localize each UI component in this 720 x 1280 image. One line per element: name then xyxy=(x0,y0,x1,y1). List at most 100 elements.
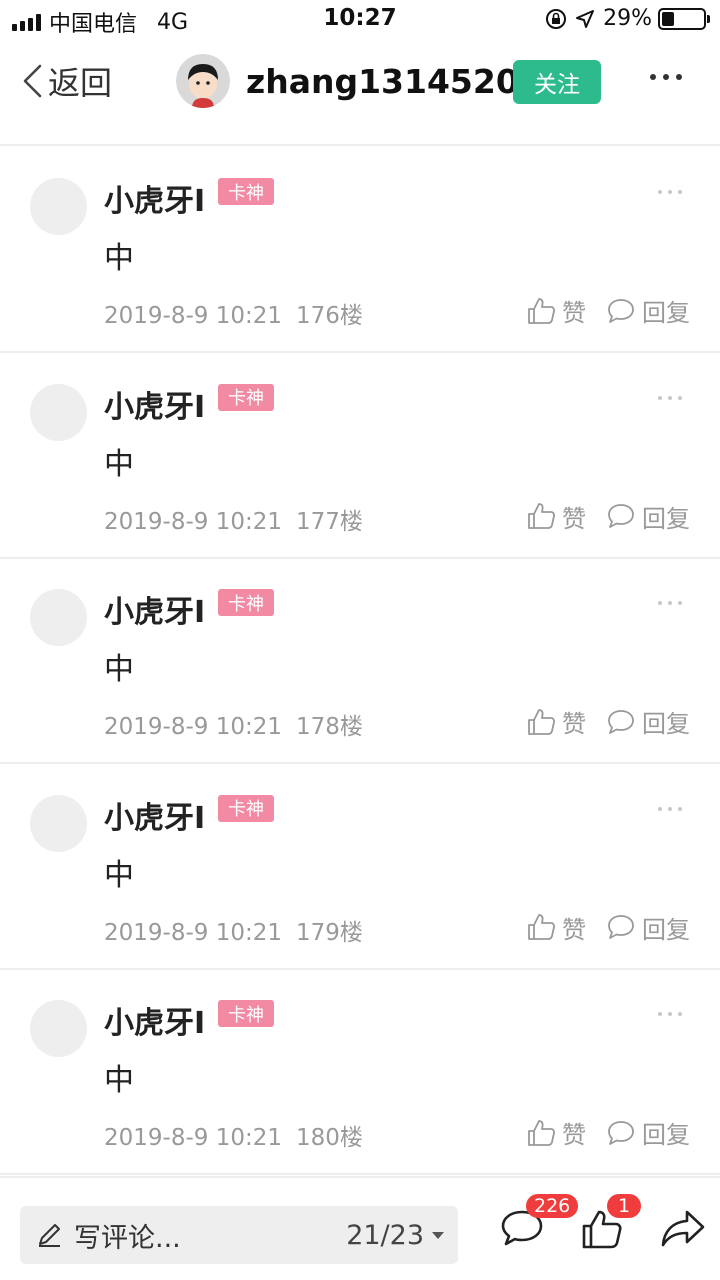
like-button[interactable]: 赞 xyxy=(526,910,586,945)
like-label: 赞 xyxy=(562,1121,586,1149)
comment-item[interactable]: 小虎牙I 卡神中 2019-8-9 10:21 178楼 赞 回复 xyxy=(0,559,720,764)
battery-percent: 29% xyxy=(603,6,652,31)
comment-item[interactable]: 小虎牙I 卡神中 2019-8-9 10:21 179楼 赞 回复 xyxy=(0,765,720,970)
back-chevron-icon xyxy=(23,64,42,98)
thumb-up-icon xyxy=(528,708,555,735)
avatar[interactable] xyxy=(30,794,87,852)
floor-number: 177楼 xyxy=(296,508,363,535)
comment-actions: 赞 回复 xyxy=(526,704,690,739)
comment-text: 中 xyxy=(104,652,134,687)
reply-label: 回复 xyxy=(642,299,690,327)
thumb-up-icon xyxy=(528,297,555,324)
comment-count-badge: 226 xyxy=(526,1194,579,1218)
like-button[interactable]: 赞 xyxy=(526,499,586,534)
comment-date: 2019-8-9 10:21 xyxy=(104,508,282,535)
like-button[interactable]: 赞 xyxy=(526,293,586,328)
comment-author[interactable]: 小虎牙I xyxy=(104,176,205,220)
reply-button[interactable]: 回复 xyxy=(606,293,690,328)
like-label: 赞 xyxy=(562,915,586,944)
comment-text: 中 xyxy=(104,241,134,276)
floor-number: 179楼 xyxy=(296,919,363,946)
avatar[interactable] xyxy=(30,589,87,646)
author-name[interactable]: zhang1314520 xyxy=(246,62,519,101)
status-right: 29% xyxy=(545,6,710,31)
like-label: 赞 xyxy=(562,299,586,327)
write-comment-input[interactable]: 写评论... 21/23 xyxy=(20,1206,458,1264)
status-badge: 卡神 xyxy=(218,794,274,822)
comment-actions: 赞 回复 xyxy=(526,910,690,945)
location-icon xyxy=(576,9,595,28)
floor-number: 178楼 xyxy=(296,714,363,740)
comment-text: 中 xyxy=(104,446,134,482)
comment-bubble-icon xyxy=(608,298,634,323)
comment-author[interactable]: 小虎牙I xyxy=(104,587,205,631)
back-label: 返回 xyxy=(48,64,113,102)
reply-button[interactable]: 回复 xyxy=(606,704,690,739)
comment-item[interactable]: 小虎牙I 卡神中 2019-8-9 10:21 177楼 赞 回复 xyxy=(0,354,720,559)
comment-meta: 2019-8-9 10:21 178楼 xyxy=(104,707,363,741)
bottom-bar: 写评论... 21/23 226 1 xyxy=(0,1176,720,1280)
thumb-up-icon xyxy=(528,1119,555,1146)
author-info[interactable]: zhang1314520 xyxy=(176,54,519,108)
more-icon[interactable] xyxy=(650,74,682,80)
avatar[interactable] xyxy=(30,178,87,235)
comment-date: 2019-8-9 10:21 xyxy=(104,919,282,946)
like-label: 赞 xyxy=(562,710,586,738)
more-icon[interactable] xyxy=(658,395,682,400)
like-label: 赞 xyxy=(562,504,586,533)
status-badge: 卡神 xyxy=(218,178,274,205)
back-button[interactable]: 返回 xyxy=(20,58,112,104)
reply-button[interactable]: 回复 xyxy=(606,910,690,945)
comment-bubble-icon xyxy=(608,1120,634,1145)
avatar[interactable] xyxy=(30,383,87,441)
comment-author[interactable]: 小虎牙I xyxy=(104,793,205,837)
battery-fill xyxy=(662,11,674,26)
write-comment-placeholder: 写评论... xyxy=(74,1222,181,1254)
comment-meta: 2019-8-9 10:21 179楼 xyxy=(104,913,363,947)
comment-actions: 赞 回复 xyxy=(526,1115,690,1150)
more-icon[interactable] xyxy=(658,1012,682,1016)
like-count-badge: 1 xyxy=(607,1194,641,1218)
comment-author[interactable]: 小虎牙I xyxy=(104,998,205,1042)
more-icon[interactable] xyxy=(658,601,682,605)
comment-item[interactable]: 小虎牙I 卡神中 2019-8-9 10:21 176楼 赞 回复 xyxy=(0,148,720,353)
comment-text: 中 xyxy=(104,1063,134,1098)
more-icon[interactable] xyxy=(658,806,682,811)
avatar[interactable] xyxy=(30,1000,87,1057)
battery-icon xyxy=(658,7,710,30)
comment-date: 2019-8-9 10:21 xyxy=(104,303,282,329)
more-icon[interactable] xyxy=(658,190,682,194)
share-arrow-icon[interactable] xyxy=(660,1208,706,1248)
comment-actions: 赞 回复 xyxy=(526,293,690,328)
reply-button[interactable]: 回复 xyxy=(606,1115,690,1150)
orientation-lock-icon xyxy=(546,8,567,29)
comment-author[interactable]: 小虎牙I xyxy=(104,382,205,426)
follow-button[interactable]: 关注 xyxy=(513,60,601,104)
status-bar: 中国电信 4G 10:27 29% xyxy=(0,0,720,40)
comment-date: 2019-8-9 10:21 xyxy=(104,714,282,740)
page-selector[interactable]: 21/23 xyxy=(346,1220,444,1251)
pen-icon xyxy=(39,1224,60,1247)
comment-meta: 2019-8-9 10:21 176楼 xyxy=(104,296,363,330)
comment-bubble-icon xyxy=(608,915,634,939)
reply-label: 回复 xyxy=(642,710,690,738)
comment-text: 中 xyxy=(104,857,134,893)
reply-label: 回复 xyxy=(642,1121,690,1149)
thumb-up-icon xyxy=(528,503,555,529)
comment-bubble-icon xyxy=(608,709,634,734)
reply-label: 回复 xyxy=(642,915,690,944)
nav-bar: 返回 zhang1314520 关注 xyxy=(0,40,720,146)
status-badge: 卡神 xyxy=(218,1000,274,1027)
chevron-down-icon xyxy=(432,1231,444,1239)
page-indicator: 21/23 xyxy=(346,1219,424,1251)
floor-number: 176楼 xyxy=(296,303,363,329)
author-avatar[interactable] xyxy=(176,54,230,108)
comment-date: 2019-8-9 10:21 xyxy=(104,1125,282,1151)
comment-actions: 赞 回复 xyxy=(526,499,690,534)
status-badge: 卡神 xyxy=(218,589,274,616)
floor-number: 180楼 xyxy=(296,1125,363,1151)
reply-button[interactable]: 回复 xyxy=(606,499,690,534)
like-button[interactable]: 赞 xyxy=(526,704,586,739)
comment-item[interactable]: 小虎牙I 卡神中 2019-8-9 10:21 180楼 赞 回复 xyxy=(0,970,720,1175)
like-button[interactable]: 赞 xyxy=(526,1115,586,1150)
